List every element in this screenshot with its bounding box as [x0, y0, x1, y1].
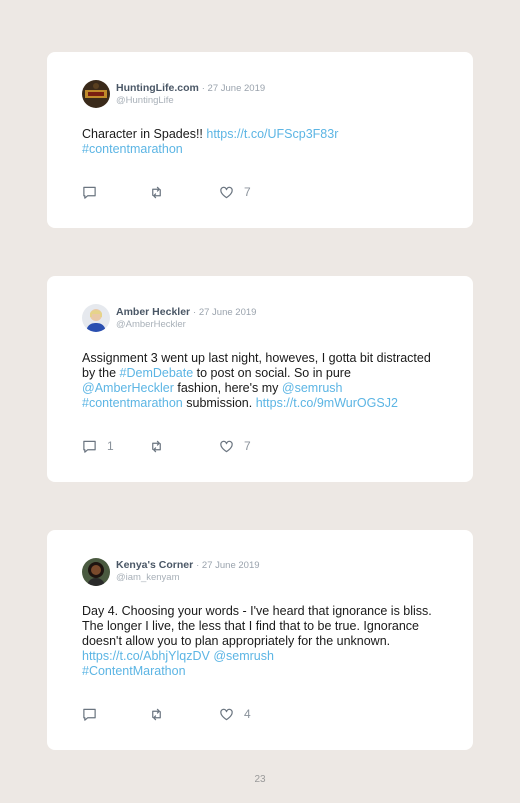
tweet-date: · 27 June 2019: [196, 560, 260, 571]
heart-icon: [220, 708, 233, 720]
author-name[interactable]: HuntingLife.com: [116, 82, 199, 94]
tweet-date: · 27 June 2019: [193, 307, 257, 318]
author-handle[interactable]: @HuntingLife: [116, 95, 174, 106]
retweet-button[interactable]: [149, 438, 164, 454]
tweet-card: HuntingLife.com · 27 June 2019 @HuntingL…: [47, 52, 473, 228]
avatar[interactable]: [82, 558, 110, 586]
comment-icon: [83, 708, 96, 721]
reply-button[interactable]: 1: [82, 438, 114, 454]
retweet-icon: [152, 708, 161, 720]
comment-icon: [83, 440, 96, 453]
heart-icon: [220, 440, 233, 452]
hashtag-link[interactable]: #contentmarathon: [82, 142, 183, 156]
tweet-card: Amber Heckler · 27 June 2019 @AmberHeckl…: [47, 276, 473, 482]
mention-link[interactable]: @AmberHeckler: [82, 381, 174, 395]
tweet-text-segment: Day 4. Choosing your words - I've heard …: [82, 604, 432, 648]
tweet-text-segment: fashion, here's my: [173, 381, 282, 395]
tweet-text: Assignment 3 went up last night, howeves…: [82, 351, 443, 411]
author-handle[interactable]: @iam_kenyam: [116, 572, 180, 583]
like-count: 7: [244, 439, 251, 453]
mention-link[interactable]: @semrush: [282, 381, 343, 395]
tweet-date: · 27 June 2019: [201, 83, 266, 94]
like-button[interactable]: 7: [219, 438, 251, 454]
like-button[interactable]: 4: [219, 706, 251, 722]
author-name[interactable]: Kenya's Corner: [116, 559, 193, 571]
tweet-link[interactable]: https://t.co/AbhjYlqzDV: [82, 649, 210, 663]
tweet-actions: 7: [82, 184, 282, 200]
mention-link[interactable]: @semrush: [213, 649, 274, 663]
heart-icon: [220, 186, 233, 198]
tweet-text: Day 4. Choosing your words - I've heard …: [82, 604, 443, 679]
retweet-button[interactable]: [149, 184, 164, 200]
hashtag-link[interactable]: #ContentMarathon: [82, 664, 186, 678]
reply-button[interactable]: [82, 706, 107, 722]
retweet-button[interactable]: [149, 706, 164, 722]
author-name[interactable]: Amber Heckler: [116, 306, 190, 318]
avatar[interactable]: [82, 80, 110, 108]
tweet-text: Character in Spades!! https://t.co/UFScp…: [82, 127, 443, 157]
page-number: 23: [254, 774, 266, 785]
hashtag-link[interactable]: #contentmarathon: [82, 396, 183, 410]
tweet-link[interactable]: https://t.co/9mWurOGSJ2: [256, 396, 398, 410]
like-button[interactable]: 7: [219, 184, 251, 200]
tweet-actions: 4: [82, 706, 282, 722]
reply-count: 1: [107, 439, 114, 453]
retweet-icon: [152, 186, 161, 198]
tweet-text-segment: to post on social. So in pure: [193, 366, 351, 380]
tweet-text-segment: Character in Spades!!: [82, 127, 207, 141]
avatar[interactable]: [82, 304, 110, 332]
author-handle[interactable]: @AmberHeckler: [116, 319, 186, 330]
tweet-actions: 1 7: [82, 438, 282, 454]
tweet-link[interactable]: https://t.co/UFScp3F83r: [206, 127, 338, 141]
like-count: 4: [244, 707, 251, 721]
like-count: 7: [244, 185, 251, 199]
reply-button[interactable]: [82, 184, 107, 200]
retweet-icon: [152, 440, 161, 452]
comment-icon: [83, 186, 96, 199]
tweet-text-segment: submission.: [182, 396, 256, 410]
hashtag-link[interactable]: #DemDebate: [120, 366, 194, 380]
tweet-card: Kenya's Corner · 27 June 2019 @iam_kenya…: [47, 530, 473, 750]
